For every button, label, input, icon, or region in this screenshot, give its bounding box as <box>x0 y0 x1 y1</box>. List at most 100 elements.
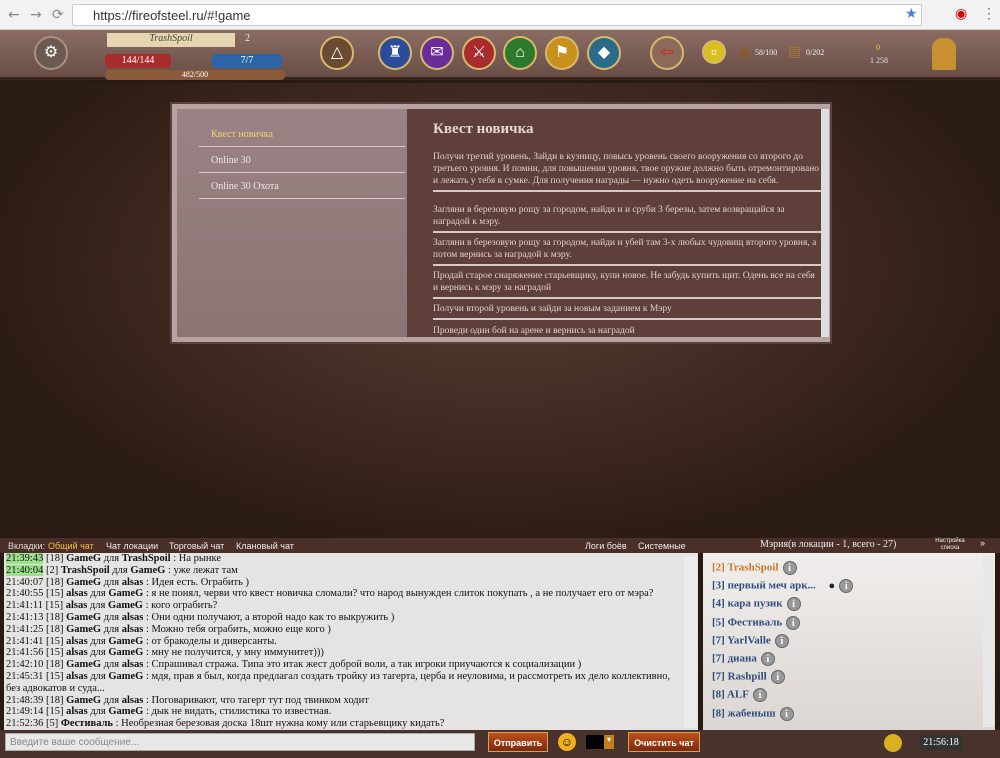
user-list-item[interactable]: [7] Rashpill i <box>712 670 785 685</box>
sender-level: [15] <box>45 706 64 718</box>
user-list-item[interactable]: [8] жабеныш i <box>712 706 794 721</box>
smiley-icon[interactable]: ☺ <box>558 733 576 751</box>
users-scrollbar[interactable] <box>983 555 994 727</box>
sender-name[interactable]: alsas <box>66 600 88 611</box>
user-list-item[interactable]: [2] TrashSpoil i <box>712 561 797 575</box>
to-word: для <box>103 694 120 706</box>
collapse-chevron-icon[interactable]: » <box>980 538 985 548</box>
back-button[interactable]: ← <box>8 7 20 23</box>
user-name[interactable]: жабеныш <box>728 707 776 719</box>
sender-name[interactable]: GameG <box>66 612 101 623</box>
info-icon[interactable]: i <box>760 652 775 666</box>
tab-general-chat[interactable]: Общий чат <box>48 541 94 551</box>
recipient-name[interactable]: GameG <box>108 636 143 647</box>
info-icon[interactable]: i <box>770 670 785 685</box>
sender-name[interactable]: GameG <box>66 624 101 635</box>
address-bar[interactable]: https://fireofsteel.ru/#!game <box>72 4 922 26</box>
user-name[interactable]: ALF <box>727 689 749 701</box>
user-list-item[interactable]: [5] Фестиваль i <box>712 615 801 630</box>
info-icon[interactable]: i <box>752 688 767 703</box>
battle-icon[interactable]: ⚔ <box>462 36 496 70</box>
exit-location-icon[interactable]: ⇦ <box>650 36 684 70</box>
reload-button[interactable]: ⟳ <box>52 7 64 23</box>
quest-list-item[interactable]: Квест новичка <box>199 121 405 147</box>
color-dropdown-icon[interactable]: ▾ <box>604 735 614 749</box>
bookmark-star-icon[interactable]: ★ <box>905 6 918 23</box>
user-list-item[interactable]: [8] ALF i <box>712 688 767 703</box>
user-name[interactable]: первый меч арк... <box>728 580 816 592</box>
character-icon[interactable]: ♜ <box>378 36 412 70</box>
quest-list-item[interactable]: Online 30 <box>199 147 405 173</box>
recipient-name[interactable]: GameG <box>108 671 143 682</box>
sender-name[interactable]: GameG <box>66 577 101 588</box>
recipient-name[interactable]: alsas <box>122 612 144 623</box>
quest-list-item[interactable]: Online 30 Охота <box>199 173 405 199</box>
gold-coin-icon[interactable]: ¤ <box>702 40 726 64</box>
send-button[interactable]: Отправить <box>488 732 548 752</box>
recipient-name[interactable]: alsas <box>122 695 144 706</box>
user-name[interactable]: YarlValle <box>727 634 771 646</box>
sender-name[interactable]: GameG <box>66 553 101 564</box>
to-word: для <box>90 670 106 682</box>
quest-scroll-icon[interactable]: ✉ <box>420 36 454 70</box>
tab-battle-logs[interactable]: Логи боёв <box>585 541 627 551</box>
tab-trade-chat[interactable]: Торговый чат <box>169 541 224 551</box>
chat-message: 21:52:36 [5] Фестиваль : Необрезная бере… <box>6 718 684 730</box>
city-icon[interactable]: ⌂ <box>503 36 537 70</box>
chat-scrollbar[interactable] <box>684 556 697 728</box>
coin-icon[interactable] <box>884 734 902 752</box>
to-word: для <box>90 635 106 647</box>
sender-name[interactable]: alsas <box>66 636 88 647</box>
recipient-name[interactable]: alsas <box>122 577 144 588</box>
user-name[interactable]: TrashSpoil <box>727 562 778 574</box>
user-list-item[interactable]: [7] YarlValle i <box>712 633 789 648</box>
info-icon[interactable]: i <box>839 579 854 594</box>
user-name[interactable]: диана <box>728 653 757 665</box>
sender-name[interactable]: TrashSpoil <box>61 565 110 576</box>
quest-scrollbar[interactable] <box>821 109 829 337</box>
user-name[interactable]: Фестиваль <box>728 616 783 628</box>
message-time: 21:40:55 <box>6 588 44 600</box>
settings-gear-icon[interactable]: ⚙ <box>34 36 68 70</box>
message-input[interactable]: Введите ваше сообщение... <box>5 733 475 751</box>
user-list-item[interactable]: [3] первый меч арк... ● i <box>712 579 854 594</box>
player-level: 2 <box>245 33 250 44</box>
door-exit-icon[interactable] <box>932 38 956 70</box>
tab-system[interactable]: Системные <box>638 541 686 551</box>
info-icon[interactable]: i <box>774 633 789 648</box>
recipient-name[interactable]: GameG <box>108 588 143 599</box>
menu-icon[interactable]: ⋮ <box>982 6 996 23</box>
sender-name[interactable]: alsas <box>66 706 88 717</box>
tab-clan-chat[interactable]: Клановый чат <box>236 541 294 551</box>
sender-name[interactable]: Фестиваль <box>61 718 113 729</box>
recipient-name[interactable]: GameG <box>108 600 143 611</box>
recipient-name[interactable]: alsas <box>122 659 144 670</box>
sender-name[interactable]: alsas <box>66 647 88 658</box>
list-settings-button[interactable]: Настройка списка <box>930 538 970 552</box>
clan-banner-icon[interactable]: ⚑ <box>545 36 579 70</box>
info-icon[interactable]: i <box>779 706 794 721</box>
recipient-name[interactable]: GameG <box>108 647 143 658</box>
user-list-item[interactable]: [4] кара пузик i <box>712 597 801 612</box>
tab-location-chat[interactable]: Чат локации <box>106 541 158 551</box>
recipient-name[interactable]: GameG <box>108 706 143 717</box>
sender-name[interactable]: GameG <box>66 659 101 670</box>
recipient-name[interactable]: alsas <box>122 624 144 635</box>
magic-icon[interactable]: ◆ <box>587 36 621 70</box>
opera-icon[interactable]: ◉ <box>955 6 967 23</box>
user-name[interactable]: кара пузик <box>728 598 783 610</box>
user-list-item[interactable]: [7] диана i <box>712 652 775 666</box>
recipient-name[interactable]: GameG <box>130 565 165 576</box>
recipient-name[interactable]: TrashSpoil <box>122 553 171 564</box>
clan-emblem-icon[interactable]: △ <box>320 36 354 70</box>
user-name[interactable]: Rashpill <box>728 671 767 683</box>
sender-name[interactable]: GameG <box>66 695 101 706</box>
info-icon[interactable]: i <box>786 615 801 630</box>
sender-name[interactable]: alsas <box>66 671 88 682</box>
info-icon[interactable]: i <box>782 561 797 575</box>
clear-chat-button[interactable]: Очистить чат <box>628 732 700 752</box>
forward-button[interactable]: → <box>30 7 42 23</box>
color-picker[interactable] <box>586 735 604 749</box>
sender-name[interactable]: alsas <box>66 588 88 599</box>
info-icon[interactable]: i <box>786 597 801 612</box>
